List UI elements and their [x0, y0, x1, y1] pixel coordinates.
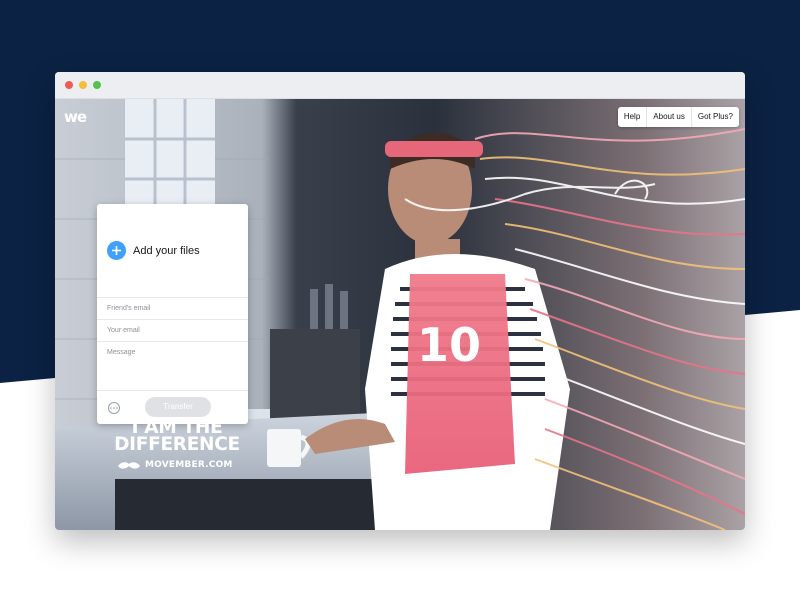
message-field[interactable]: Message: [97, 341, 248, 381]
page-viewport: 10 we Help About us Got Plus? Add your f…: [55, 99, 745, 530]
minimize-window-button[interactable]: [79, 81, 87, 89]
campaign-brand: MOVEMBER.COM: [118, 460, 252, 470]
your-email-field[interactable]: Your email: [97, 319, 248, 341]
ellipsis-circle-icon[interactable]: [108, 402, 120, 414]
nav-help[interactable]: Help: [618, 107, 646, 127]
close-window-button[interactable]: [65, 81, 73, 89]
wetransfer-logo[interactable]: we: [64, 109, 87, 125]
browser-window: 10 we Help About us Got Plus? Add your f…: [55, 72, 745, 530]
add-files-button[interactable]: Add your files: [107, 241, 200, 260]
maximize-window-button[interactable]: [93, 81, 101, 89]
friends-email-field[interactable]: Friend's email: [97, 297, 248, 319]
svg-text:10: 10: [417, 318, 481, 372]
add-files-label: Add your files: [133, 244, 200, 257]
movember-campaign[interactable]: I AM THE DIFFERENCE MOVEMBER.COM: [102, 418, 252, 470]
browser-titlebar: [55, 72, 745, 99]
movember-url: MOVEMBER.COM: [145, 460, 233, 470]
upload-panel: Add your files Friend's email Your email…: [97, 204, 248, 424]
nav-about-us[interactable]: About us: [646, 107, 691, 127]
top-nav: Help About us Got Plus?: [617, 107, 739, 127]
transfer-button[interactable]: Transfer: [145, 397, 211, 417]
mustache-icon: [118, 461, 140, 469]
campaign-headline-line2: DIFFERENCE: [114, 434, 240, 455]
plus-circle-icon[interactable]: [107, 241, 126, 260]
nav-got-plus[interactable]: Got Plus?: [690, 107, 739, 127]
